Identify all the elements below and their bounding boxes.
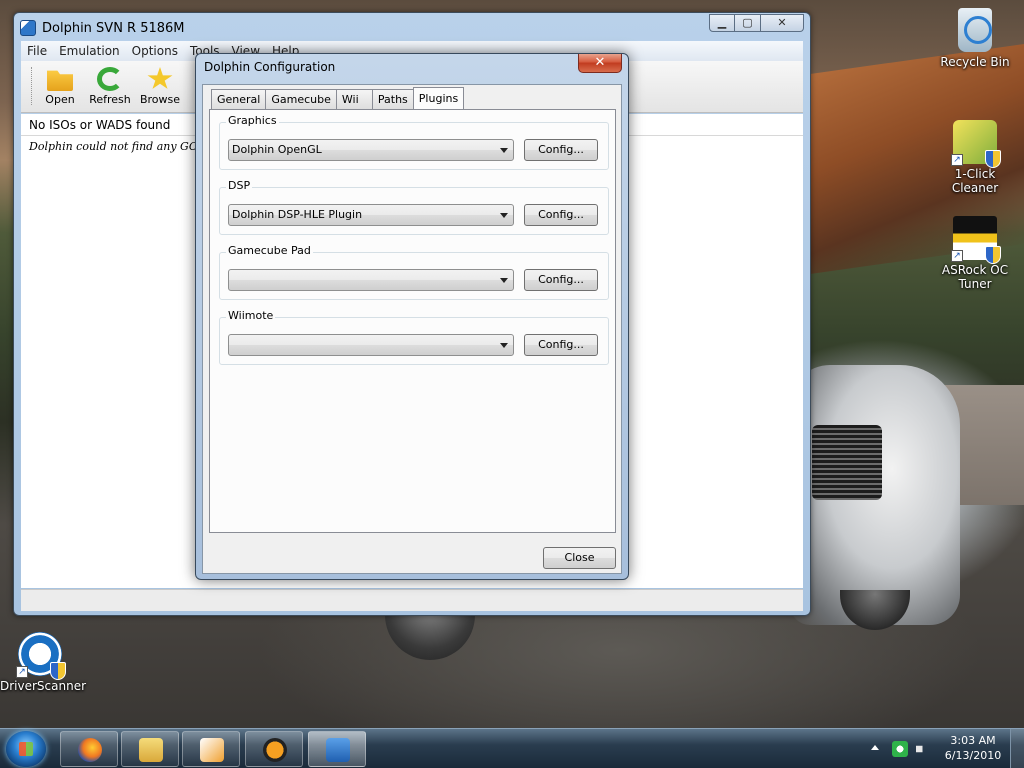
config-close-x-button[interactable]: ✕ (578, 54, 622, 73)
graphics-config-button[interactable]: Config... (524, 139, 598, 161)
tab-plugins[interactable]: Plugins (412, 87, 465, 109)
half-life-icon (263, 738, 287, 762)
gamecube-pad-label: Gamecube Pad (226, 244, 313, 257)
refresh-icon (97, 67, 123, 91)
firefox-icon (78, 738, 102, 762)
cleaner-icon: ↗ (951, 120, 1001, 168)
show-desktop-button[interactable] (1010, 729, 1024, 768)
uac-shield-icon (985, 150, 1001, 168)
taskbar-firefox[interactable] (60, 731, 118, 767)
chevron-down-icon (500, 213, 508, 218)
config-dialog[interactable]: Dolphin Configuration ✕ General Gamecube… (195, 53, 629, 580)
wallpaper-car-grille (812, 425, 882, 500)
wiimote-config-button[interactable]: Config... (524, 334, 598, 356)
browse-button[interactable]: Browse (135, 67, 185, 106)
graphics-label: Graphics (226, 114, 279, 127)
driverscanner-icon: ↗ (16, 632, 66, 680)
explorer-folder-icon (139, 738, 163, 762)
folder-icon (47, 70, 73, 91)
asrock-icon: ↗ (951, 216, 1001, 264)
taskbar-media-player[interactable] (182, 731, 240, 767)
open-button[interactable]: Open (35, 67, 85, 106)
maximize-button[interactable]: ▢ (735, 14, 761, 32)
refresh-label: Refresh (89, 93, 131, 106)
shortcut-arrow-icon: ↗ (16, 666, 28, 678)
dsp-plugin-select[interactable]: Dolphin DSP-HLE Plugin (228, 204, 514, 226)
dolphin-app-icon (20, 20, 36, 36)
gamecube-pad-plugin-select[interactable] (228, 269, 514, 291)
uac-shield-icon (985, 246, 1001, 264)
graphics-group: Graphics Dolphin OpenGL Config... (219, 114, 609, 170)
wiimote-label: Wiimote (226, 309, 276, 322)
star-icon (147, 67, 173, 89)
system-tray: 3:03 AM 6/13/2010 (866, 729, 1024, 768)
menu-emulation[interactable]: Emulation (59, 44, 120, 58)
desktop-icon-1-click-cleaner[interactable]: ↗ 1-Click Cleaner (935, 120, 1015, 195)
recycle-bin-icon (958, 8, 992, 52)
graphics-plugin-value: Dolphin OpenGL (232, 143, 322, 156)
tab-gamecube[interactable]: Gamecube (265, 89, 337, 109)
clock-time: 3:03 AM (950, 734, 996, 747)
main-window-title: Dolphin SVN R 5186M (42, 20, 185, 36)
gamecube-pad-group: Gamecube Pad Config... (219, 244, 609, 300)
chevron-down-icon (500, 148, 508, 153)
config-dialog-body: General Gamecube Wii Paths Plugins Graph… (202, 84, 622, 574)
minimize-button[interactable]: ▁ (709, 14, 735, 32)
desktop-icon-label: 1-Click Cleaner (951, 167, 999, 195)
close-dialog-button[interactable]: Close (543, 547, 616, 569)
toolbar-grip (31, 67, 33, 105)
dsp-group: DSP Dolphin DSP-HLE Plugin Config... (219, 179, 609, 235)
desktop-icon-asrock-oc-tuner[interactable]: ↗ ASRock OC Tuner (935, 216, 1015, 291)
graphics-plugin-select[interactable]: Dolphin OpenGL (228, 139, 514, 161)
main-title-bar[interactable]: Dolphin SVN R 5186M (20, 18, 185, 38)
taskbar-explorer[interactable] (121, 731, 179, 767)
browse-label: Browse (139, 93, 181, 106)
plugins-panel: Graphics Dolphin OpenGL Config... DSP Do… (209, 109, 616, 533)
tab-wii[interactable]: Wii (335, 89, 373, 109)
chevron-down-icon (500, 278, 508, 283)
tab-general[interactable]: General (211, 89, 267, 109)
caption-buttons: ▁ ▢ ✕ (709, 14, 804, 32)
desktop-icon-recycle-bin[interactable]: Recycle Bin (935, 8, 1015, 69)
desktop-icon-label: DriverScanner (0, 679, 87, 693)
shortcut-arrow-icon: ↗ (951, 250, 963, 262)
open-label: Open (45, 93, 75, 106)
desktop-icon-label: ASRock OC Tuner (941, 263, 1009, 291)
uac-shield-icon (50, 662, 66, 680)
clock[interactable]: 3:03 AM 6/13/2010 (940, 733, 1006, 763)
config-dialog-title: Dolphin Configuration (204, 60, 336, 74)
status-bar (21, 589, 803, 611)
desktop-icon-driverscanner[interactable]: ↗ DriverScanner (0, 632, 87, 693)
media-player-icon (200, 738, 224, 762)
taskbar-half-life[interactable] (245, 731, 303, 767)
close-button[interactable]: ✕ (761, 14, 804, 32)
wiimote-plugin-select[interactable] (228, 334, 514, 356)
network-icon[interactable] (892, 741, 908, 757)
dolphin-icon (326, 738, 350, 762)
tab-paths[interactable]: Paths (371, 89, 414, 109)
dsp-config-button[interactable]: Config... (524, 204, 598, 226)
gamecube-pad-config-button[interactable]: Config... (524, 269, 598, 291)
menu-file[interactable]: File (27, 44, 47, 58)
taskbar: 3:03 AM 6/13/2010 (0, 728, 1024, 768)
clock-date: 6/13/2010 (944, 749, 1002, 762)
chevron-down-icon (500, 343, 508, 348)
taskbar-dolphin[interactable] (308, 731, 366, 767)
wiimote-group: Wiimote Config... (219, 309, 609, 365)
desktop-icon-label: Recycle Bin (940, 55, 1010, 69)
dsp-plugin-value: Dolphin DSP-HLE Plugin (232, 208, 363, 221)
show-hidden-icons-arrow-icon[interactable] (871, 745, 879, 750)
shortcut-arrow-icon: ↗ (951, 154, 963, 166)
refresh-button[interactable]: Refresh (85, 67, 135, 106)
dsp-label: DSP (226, 179, 253, 192)
volume-icon[interactable] (916, 741, 929, 757)
menu-options[interactable]: Options (132, 44, 178, 58)
config-tabs: General Gamecube Wii Paths Plugins (211, 87, 465, 109)
start-button[interactable] (6, 731, 46, 767)
